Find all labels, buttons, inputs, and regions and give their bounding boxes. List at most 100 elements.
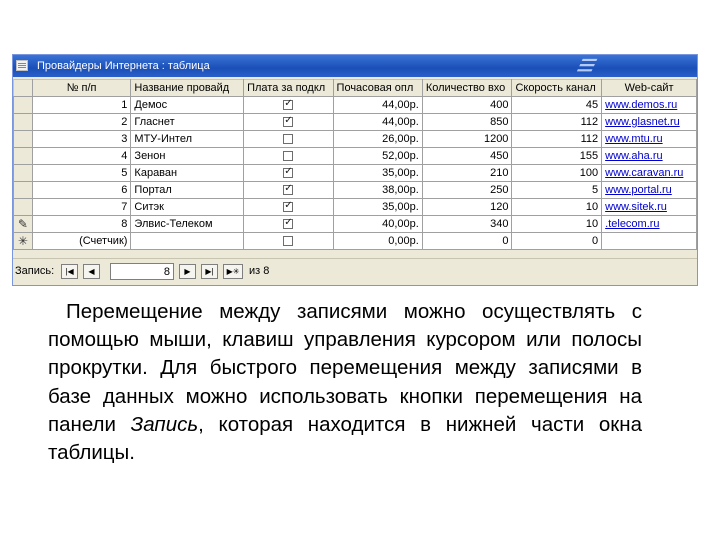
cell-speed[interactable]: 45	[511, 96, 603, 114]
cell-count[interactable]: 340	[421, 215, 513, 233]
cell-count[interactable]: 210	[421, 164, 513, 182]
column-header[interactable]: Плата за подкл	[243, 79, 334, 97]
fee-checkbox[interactable]	[283, 200, 294, 213]
site-link[interactable]: www.mtu.ru	[605, 133, 662, 145]
row-selector[interactable]: ✎	[13, 215, 33, 233]
cell-num[interactable]: (Счетчик)	[31, 232, 132, 250]
site-link[interactable]: www.demos.ru	[605, 99, 677, 111]
cell-name[interactable]	[130, 232, 245, 250]
cell-speed[interactable]: 155	[511, 147, 603, 165]
table-row[interactable]: 5Караван 35,00р.210100www.caravan.ru	[13, 164, 697, 182]
cell-site[interactable]: www.demos.ru	[601, 96, 697, 114]
cell-count[interactable]: 0	[421, 232, 513, 250]
cell-name[interactable]: Портал	[130, 181, 245, 199]
cell-count[interactable]: 1200	[421, 130, 513, 148]
prev-record-button[interactable]: ◀	[83, 264, 100, 279]
cell-site[interactable]: www.sitek.ru	[601, 198, 697, 216]
cell-site[interactable]	[601, 232, 697, 250]
cell-count[interactable]: 450	[421, 147, 513, 165]
new-record-row[interactable]: ✳ (Счетчик) 0,00р. 0 0	[13, 232, 697, 250]
new-record-button[interactable]: ▶✳	[223, 264, 243, 279]
cell-name[interactable]: МТУ-Интел	[130, 130, 245, 148]
cell-fee[interactable]	[243, 96, 334, 114]
cell-hourly[interactable]: 35,00р.	[332, 198, 423, 216]
fee-checkbox[interactable]	[283, 236, 294, 247]
cell-hourly[interactable]: 35,00р.	[332, 164, 423, 182]
site-link[interactable]: www.aha.ru	[605, 150, 662, 162]
cell-hourly[interactable]: 44,00р.	[332, 96, 423, 114]
cell-speed[interactable]: 5	[511, 181, 603, 199]
cell-name[interactable]: Демос	[130, 96, 245, 114]
row-selector[interactable]	[13, 113, 33, 131]
cell-speed[interactable]: 100	[511, 164, 603, 182]
table-row[interactable]: 4 Зенон 52,00р. 450 155 www.aha.ru	[13, 147, 697, 165]
cell-hourly[interactable]: 40,00р.	[332, 215, 423, 233]
cell-hourly[interactable]: 44,00р.	[332, 113, 423, 131]
fee-checkbox[interactable]	[283, 134, 294, 145]
cell-speed[interactable]: 10	[511, 215, 603, 233]
column-header[interactable]: Количество вхо	[421, 79, 513, 97]
cell-speed[interactable]: 0	[511, 232, 603, 250]
first-record-button[interactable]: |◀	[61, 264, 78, 279]
table-row[interactable]: 6Портал 38,00р.2505www.portal.ru	[13, 181, 697, 199]
cell-count[interactable]: 120	[421, 198, 513, 216]
site-link[interactable]: www.glasnet.ru	[605, 116, 680, 128]
table-row[interactable]: ✎8Элвис-Телеком 40,00р.34010.telecom.ru	[13, 215, 697, 233]
fee-checkbox[interactable]	[283, 98, 294, 111]
cell-count[interactable]: 250	[421, 181, 513, 199]
cell-name[interactable]: Караван	[130, 164, 245, 182]
cell-name[interactable]: Гласнет	[130, 113, 245, 131]
cell-num[interactable]: 8	[31, 215, 132, 233]
column-header[interactable]: Название провайд	[130, 79, 245, 97]
cell-site[interactable]: www.aha.ru	[601, 147, 697, 165]
cell-fee[interactable]	[243, 164, 334, 182]
cell-site[interactable]: www.mtu.ru	[601, 130, 697, 148]
row-selector[interactable]	[13, 198, 33, 216]
cell-hourly[interactable]: 38,00р.	[332, 181, 423, 199]
cell-name[interactable]: Зенон	[130, 147, 245, 165]
fee-checkbox[interactable]	[283, 151, 294, 162]
site-link[interactable]: www.sitek.ru	[605, 201, 667, 213]
cell-site[interactable]: .telecom.ru	[601, 215, 697, 233]
cell-fee[interactable]	[243, 181, 334, 199]
next-record-button[interactable]: ▶	[179, 264, 196, 279]
table-row[interactable]: 7Ситэк 35,00р.12010www.sitek.ru	[13, 198, 697, 216]
fee-checkbox[interactable]	[283, 115, 294, 128]
cell-num[interactable]: 4	[31, 147, 132, 165]
site-link[interactable]: .telecom.ru	[605, 218, 659, 230]
new-row-selector[interactable]: ✳	[13, 232, 33, 250]
cell-speed[interactable]: 10	[511, 198, 603, 216]
cell-num[interactable]: 3	[31, 130, 132, 148]
cell-fee[interactable]	[243, 147, 334, 165]
cell-site[interactable]: www.glasnet.ru	[601, 113, 697, 131]
cell-num[interactable]: 6	[31, 181, 132, 199]
cell-num[interactable]: 1	[31, 96, 132, 114]
fee-checkbox[interactable]	[283, 166, 294, 179]
row-selector[interactable]	[13, 96, 33, 114]
cell-num[interactable]: 7	[31, 198, 132, 216]
cell-speed[interactable]: 112	[511, 130, 603, 148]
row-selector[interactable]	[13, 164, 33, 182]
record-number-field[interactable]: 8	[110, 263, 174, 280]
column-header[interactable]: Web-сайт	[601, 79, 697, 97]
cell-count[interactable]: 400	[421, 96, 513, 114]
select-all-corner[interactable]	[13, 79, 33, 97]
cell-name[interactable]: Ситэк	[130, 198, 245, 216]
cell-speed[interactable]: 112	[511, 113, 603, 131]
table-row[interactable]: 2Гласнет 44,00р.850112www.glasnet.ru	[13, 113, 697, 131]
cell-name[interactable]: Элвис-Телеком	[130, 215, 245, 233]
column-header[interactable]: Почасовая опл	[332, 79, 423, 97]
cell-fee[interactable]	[243, 215, 334, 233]
column-header[interactable]: Скорость канал	[511, 79, 603, 97]
site-link[interactable]: www.caravan.ru	[605, 167, 683, 179]
window-titlebar[interactable]: Провайдеры Интернета : таблица ≡	[13, 55, 697, 77]
cell-fee[interactable]	[243, 198, 334, 216]
row-selector[interactable]	[13, 181, 33, 199]
table-row[interactable]: 3 МТУ-Интел 26,00р. 1200 112 www.mtu.ru	[13, 130, 697, 148]
fee-checkbox[interactable]	[283, 217, 294, 230]
cell-num[interactable]: 5	[31, 164, 132, 182]
cell-site[interactable]: www.caravan.ru	[601, 164, 697, 182]
cell-hourly[interactable]: 26,00р.	[332, 130, 423, 148]
last-record-button[interactable]: ▶|	[201, 264, 218, 279]
cell-fee[interactable]	[243, 232, 334, 250]
